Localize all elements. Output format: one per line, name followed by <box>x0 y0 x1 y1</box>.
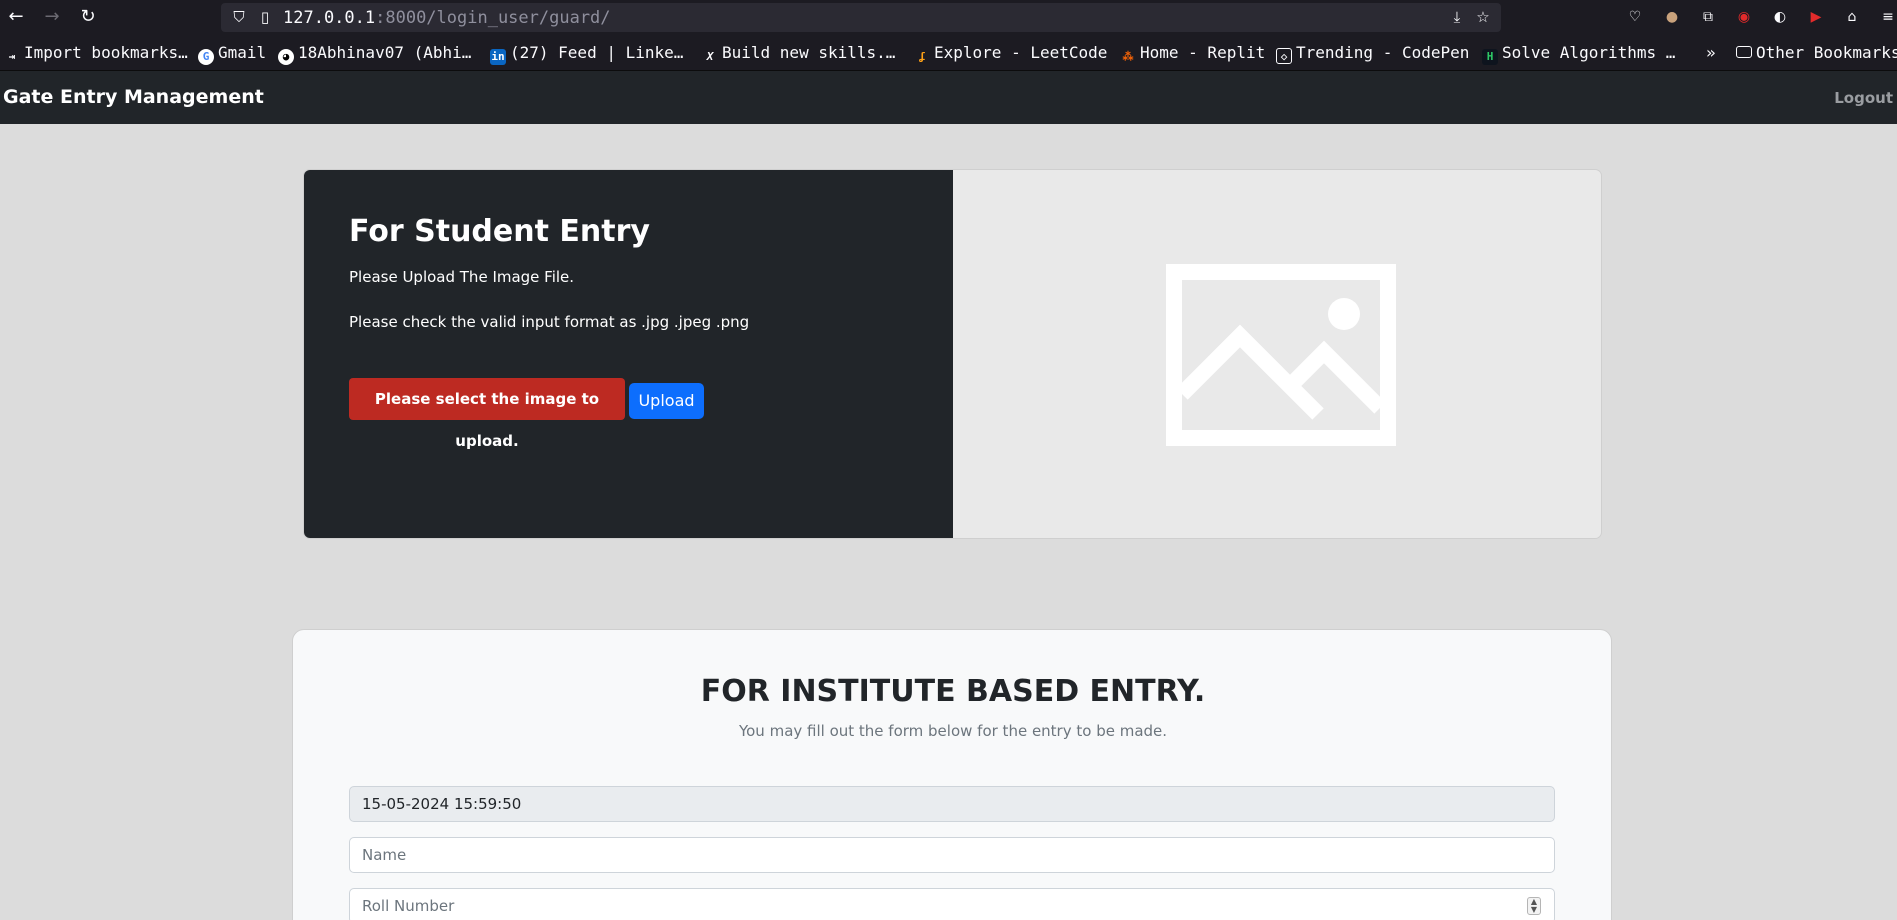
bookmark-label: Other Bookmarks <box>1756 43 1897 62</box>
shield-icon[interactable]: ⛉ <box>229 7 249 27</box>
x-icon: X <box>706 50 714 63</box>
institute-form-title: FOR INSTITUTE BASED ENTRY. <box>700 674 1206 709</box>
navbar-brand[interactable]: Gate Entry Management <box>3 86 264 108</box>
bookmark-label: Explore - LeetCode <box>934 43 1108 62</box>
image-placeholder-icon <box>1166 264 1396 446</box>
page-icon[interactable]: ▯ <box>255 7 275 27</box>
forward-icon[interactable]: → <box>41 6 63 28</box>
bookmark-item[interactable]: ◇ Trending - CodePen <box>1276 43 1470 64</box>
bookmark-item[interactable]: G Gmail <box>198 43 267 65</box>
bookmark-star-icon[interactable]: ☆ <box>1473 7 1493 27</box>
upload-instruction: Please Upload The Image File. <box>349 268 575 286</box>
import-icon: ⇥ <box>8 50 16 63</box>
logout-link[interactable]: Logout <box>1834 89 1893 107</box>
student-entry-title: For Student Entry <box>349 214 650 249</box>
student-entry-card: For Student Entry Please Upload The Imag… <box>303 169 1602 539</box>
menu-icon[interactable]: ≡ <box>1878 7 1897 27</box>
bookmark-label: Build new skills.… <box>722 43 896 62</box>
bookmark-label: Home - Replit <box>1140 43 1266 62</box>
roll-number-wrapper: ▲▼ <box>349 888 1555 920</box>
codepen-icon: ◇ <box>1276 48 1292 64</box>
number-stepper-icon[interactable]: ▲ ▼ <box>1527 897 1541 915</box>
overflow-label: » <box>1706 43 1716 62</box>
extensions-icon[interactable]: ⧉ <box>1698 7 1718 27</box>
bookmarks-overflow-icon[interactable]: » <box>1706 43 1716 63</box>
bookmark-item[interactable]: ⁂ Home - Replit <box>1120 43 1266 63</box>
roll-number-input[interactable] <box>349 888 1555 920</box>
bookmark-label: Solve Algorithms … <box>1502 43 1676 62</box>
select-image-error-button[interactable]: Please select the image to upload. <box>349 378 625 450</box>
extension-icon[interactable]: ◐ <box>1770 7 1790 27</box>
download-page-icon[interactable]: ⤓ <box>1447 7 1467 27</box>
bookmark-label: Trending - CodePen <box>1296 43 1470 62</box>
institute-entry-card: FOR INSTITUTE BASED ENTRY. You may fill … <box>292 629 1612 920</box>
format-instruction: Please check the valid input format as .… <box>349 313 750 331</box>
url-text[interactable]: 127.0.0.1:8000/login_user/guard/ <box>283 8 611 28</box>
back-icon[interactable]: ← <box>5 6 27 28</box>
institute-form-subtitle: You may fill out the form below for the … <box>738 722 1168 740</box>
bookmark-item[interactable]: ʆ Explore - LeetCode <box>914 43 1108 63</box>
avatar-extension-icon[interactable]: ● <box>1662 7 1682 27</box>
pocket-icon[interactable]: ♡ <box>1625 7 1645 27</box>
bookmark-item[interactable]: in (27) Feed | Linke… <box>490 43 684 65</box>
linkedin-icon: in <box>490 49 506 65</box>
image-preview-panel <box>953 170 1601 538</box>
upload-button[interactable]: Upload <box>629 383 704 419</box>
ublock-icon[interactable]: ◉ <box>1734 7 1754 27</box>
bookmark-item[interactable]: ◕ 18Abhinav07 (Abhi… <box>278 43 472 65</box>
google-icon: G <box>198 49 214 65</box>
name-input[interactable] <box>349 837 1555 873</box>
address-bar[interactable]: ⛉ ▯ 127.0.0.1:8000/login_user/guard/ ⤓ ☆ <box>221 3 1501 32</box>
bookmark-label: (27) Feed | Linke… <box>510 43 684 62</box>
leetcode-icon: ʆ <box>918 50 926 63</box>
bookmark-item[interactable]: ⇥ Import bookmarks… <box>4 43 188 63</box>
bookmark-label: Import bookmarks… <box>24 43 188 62</box>
video-extension-icon[interactable]: ▶ <box>1806 7 1826 27</box>
other-bookmarks-folder[interactable]: Other Bookmarks <box>1736 43 1897 63</box>
bookmarks-bar: ⇥ Import bookmarks… G Gmail ◕ 18Abhinav07 (… <box>0 35 1897 71</box>
bookmark-label: Gmail <box>218 43 267 62</box>
browser-toolbar: ← → ↻ ⛉ ▯ 127.0.0.1:8000/login_user/guar… <box>0 0 1897 35</box>
bookmark-item[interactable]: X Build new skills.… <box>702 43 896 63</box>
folder-icon <box>1736 46 1752 58</box>
hackerrank-icon: H <box>1482 49 1498 65</box>
bookmark-item[interactable]: H Solve Algorithms … <box>1482 43 1676 65</box>
github-icon: ◕ <box>278 49 294 65</box>
replit-icon: ⁂ <box>1122 50 1134 63</box>
datetime-field <box>349 786 1555 822</box>
reload-icon[interactable]: ↻ <box>77 6 99 28</box>
student-entry-panel: For Student Entry Please Upload The Imag… <box>304 170 953 538</box>
app-navbar: Gate Entry Management Logout <box>0 71 1897 124</box>
bookmark-label: 18Abhinav07 (Abhi… <box>298 43 472 62</box>
private-icon[interactable]: ⌂ <box>1842 7 1862 27</box>
